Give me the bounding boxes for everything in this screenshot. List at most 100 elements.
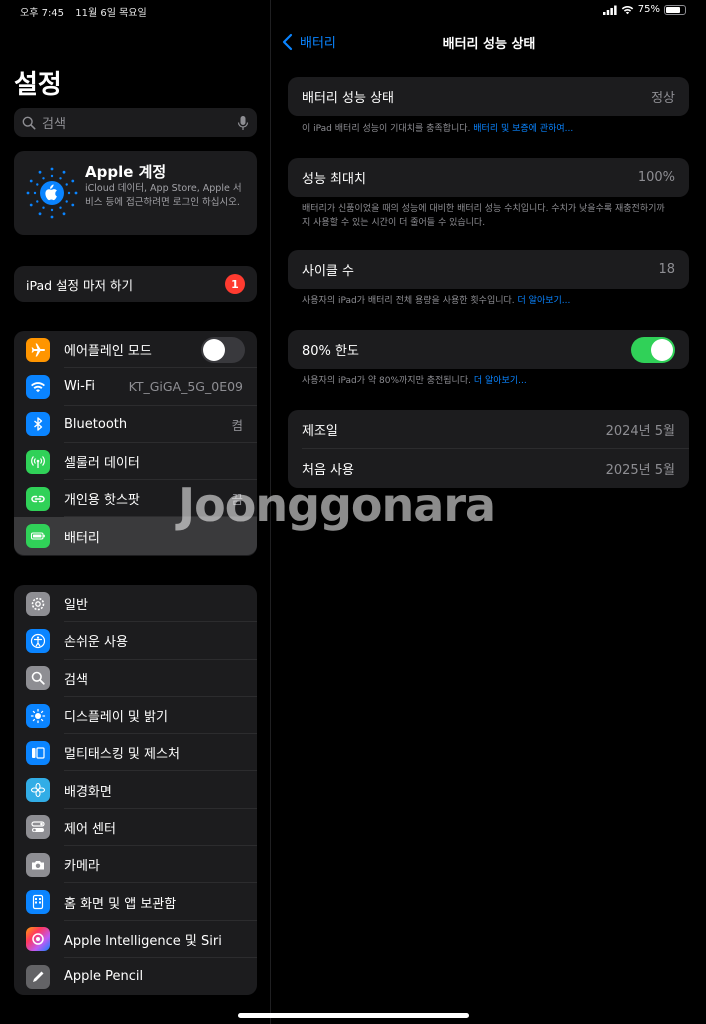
sidebar-item-label: Apple Intelligence 및 Siri bbox=[64, 933, 222, 949]
hotspot-icon bbox=[26, 486, 50, 511]
toggle-knob bbox=[203, 338, 225, 361]
wifi-icon bbox=[26, 374, 50, 399]
sidebar-item-siri[interactable]: Apple Intelligence 및 Siri bbox=[14, 921, 257, 959]
cycle-value: 18 bbox=[658, 262, 675, 277]
system-group: 일반 손쉬운 사용 검색 디스플레이 및 밝기 멀티태스킹 및 제스처 배경화면… bbox=[14, 585, 257, 995]
health-value: 정상 bbox=[651, 91, 675, 106]
manufacture-value: 2024년 5월 bbox=[605, 424, 675, 439]
sidebar-item-label: 검색 bbox=[64, 672, 88, 688]
camera-icon bbox=[26, 852, 50, 877]
battery-percent: 75% bbox=[637, 4, 660, 15]
sidebar-item-control-center[interactable]: 제어 센터 bbox=[14, 809, 257, 847]
search-icon bbox=[22, 116, 36, 129]
sidebar-item-label: 배경화면 bbox=[64, 784, 112, 800]
charge-limit-toggle[interactable] bbox=[631, 336, 675, 363]
dates-card: 제조일 2024년 5월 처음 사용 2025년 5월 bbox=[288, 410, 689, 488]
wallpaper-icon bbox=[26, 778, 50, 803]
battery-icon bbox=[26, 524, 50, 549]
status-time: 오후 7:45 bbox=[20, 8, 65, 19]
sidebar-item-search[interactable]: 검색 bbox=[14, 660, 257, 698]
pencil-icon bbox=[26, 964, 50, 989]
sidebar-item-label: 배터리 bbox=[64, 530, 100, 546]
finish-setup-label: iPad 설정 마저 하기 bbox=[26, 277, 133, 293]
sidebar-item-multitasking[interactable]: 멀티태스킹 및 제스처 bbox=[14, 734, 257, 772]
cellular-icon bbox=[26, 449, 50, 474]
sidebar-item-label: 디스플레이 및 밝기 bbox=[64, 710, 168, 726]
signal-icon bbox=[602, 5, 617, 15]
accessibility-icon bbox=[26, 628, 50, 653]
cycle-card: 사이클 수 18 bbox=[288, 250, 689, 289]
limit-footer-text: 사용자의 iPad가 약 80%까지만 충전됩니다. bbox=[302, 376, 474, 386]
search-input[interactable]: 검색 bbox=[14, 108, 257, 137]
battery-warranty-link[interactable]: 배터리 및 보증에 관하여... bbox=[473, 124, 573, 134]
cycle-row: 사이클 수 18 bbox=[288, 250, 689, 289]
search-placeholder: 검색 bbox=[42, 117, 66, 132]
sidebar-item-label: 제어 센터 bbox=[64, 821, 116, 837]
bluetooth-icon bbox=[26, 412, 50, 437]
finish-setup-item[interactable]: iPad 설정 마저 하기 1 bbox=[14, 266, 257, 302]
account-subtitle: iCloud 데이터, App Store, Apple 서비스 등에 접근하려… bbox=[85, 183, 242, 208]
sidebar-item-label: 셀룰러 데이터 bbox=[64, 456, 140, 472]
apple-account-card[interactable]: Apple 계정 iCloud 데이터, App Store, Apple 서비… bbox=[14, 151, 257, 235]
sidebar-item-camera[interactable]: 카메라 bbox=[14, 846, 257, 884]
cycle-label: 사이클 수 bbox=[302, 264, 354, 279]
sidebar-item-accessibility[interactable]: 손쉬운 사용 bbox=[14, 622, 257, 660]
first-use-label: 처음 사용 bbox=[302, 463, 354, 478]
first-use-value: 2025년 5월 bbox=[605, 463, 675, 478]
sidebar-item-label: 에어플레인 모드 bbox=[64, 344, 152, 360]
health-footer-text: 이 iPad 배터리 성능이 기대치를 충족합니다. bbox=[302, 124, 474, 134]
capacity-label: 성능 최대치 bbox=[302, 172, 366, 187]
apple-account-icon bbox=[26, 167, 78, 219]
sidebar-item-label: 카메라 bbox=[64, 859, 100, 875]
manufacture-label: 제조일 bbox=[302, 424, 338, 439]
cycle-footer-text: 사용자의 iPad가 배터리 전체 용량을 사용한 횟수입니다. bbox=[302, 296, 518, 306]
limit-row: 80% 한도 bbox=[288, 330, 689, 369]
home-screen-icon bbox=[26, 890, 50, 915]
sidebar-item-label: 개인용 핫스팟 bbox=[64, 493, 140, 509]
status-bar-left: 오후 7:45 11월 6일 목요일 bbox=[20, 4, 155, 19]
sidebar-item-label: 손쉬운 사용 bbox=[64, 635, 128, 651]
home-indicator[interactable] bbox=[238, 1013, 469, 1018]
sidebar-item-general[interactable]: 일반 bbox=[14, 585, 257, 623]
control-center-icon bbox=[26, 815, 50, 840]
sidebar-item-wifi[interactable]: Wi-Fi KT_GiGA_5G_0E09 bbox=[14, 368, 257, 406]
sidebar-item-label: Apple Pencil bbox=[64, 969, 144, 985]
limit-card: 80% 한도 bbox=[288, 330, 689, 369]
sidebar-item-wallpaper[interactable]: 배경화면 bbox=[14, 771, 257, 810]
gear-icon bbox=[26, 591, 50, 616]
status-date: 11월 6일 목요일 bbox=[75, 8, 147, 19]
health-footer: 이 iPad 배터리 성능이 기대치를 충족합니다. 배터리 및 보증에 관하여… bbox=[302, 122, 672, 136]
health-card: 배터리 성능 상태 정상 bbox=[288, 77, 689, 116]
status-bar-right: 75% bbox=[602, 4, 686, 15]
detail-title: 배터리 성능 상태 bbox=[442, 37, 536, 52]
sidebar-item-home-screen[interactable]: 홈 화면 및 앱 보관함 bbox=[14, 883, 257, 921]
limit-learn-more-link[interactable]: 더 알아보기... bbox=[474, 376, 527, 386]
wifi-network-name: KT_GiGA_5G_0E09 bbox=[128, 379, 243, 395]
brightness-icon bbox=[26, 703, 50, 728]
sidebar-item-label: 홈 화면 및 앱 보관함 bbox=[64, 896, 177, 912]
health-row: 배터리 성능 상태 정상 bbox=[288, 77, 689, 116]
sidebar-item-label: 멀티태스킹 및 제스처 bbox=[64, 747, 180, 763]
sidebar-item-bluetooth[interactable]: Bluetooth 켬 bbox=[14, 406, 257, 444]
toggle-knob bbox=[651, 338, 673, 361]
sidebar-item-apple-pencil[interactable]: Apple Pencil bbox=[14, 958, 257, 995]
account-title: Apple 계정 bbox=[85, 163, 167, 181]
watermark: Joonggonara bbox=[178, 478, 496, 532]
sidebar-item-cellular[interactable]: 셀룰러 데이터 bbox=[14, 443, 257, 481]
multitasking-icon bbox=[26, 740, 50, 765]
sidebar-item-display[interactable]: 디스플레이 및 밝기 bbox=[14, 697, 257, 735]
airplane-icon bbox=[26, 337, 50, 362]
page-title: 설정 bbox=[14, 70, 62, 100]
capacity-footer: 배터리가 신품이었을 때의 성능에 대비한 배터리 성능 수치입니다. 수치가 … bbox=[302, 204, 665, 228]
airplane-mode-toggle[interactable] bbox=[201, 336, 245, 363]
sidebar-item-airplane[interactable]: 에어플레인 모드 bbox=[14, 331, 257, 369]
microphone-icon[interactable] bbox=[237, 115, 249, 131]
cycle-learn-more-link[interactable]: 더 알아보기... bbox=[518, 296, 571, 306]
siri-icon bbox=[26, 927, 50, 952]
wifi-status-icon bbox=[621, 5, 633, 14]
manufacture-row: 제조일 2024년 5월 bbox=[288, 410, 689, 449]
bluetooth-status: 켬 bbox=[231, 417, 243, 433]
sidebar-item-label: 일반 bbox=[64, 598, 88, 614]
cycle-footer: 사용자의 iPad가 배터리 전체 용량을 사용한 횟수입니다. 더 알아보기.… bbox=[302, 294, 672, 308]
capacity-card: 성능 최대치 100% bbox=[288, 158, 689, 197]
